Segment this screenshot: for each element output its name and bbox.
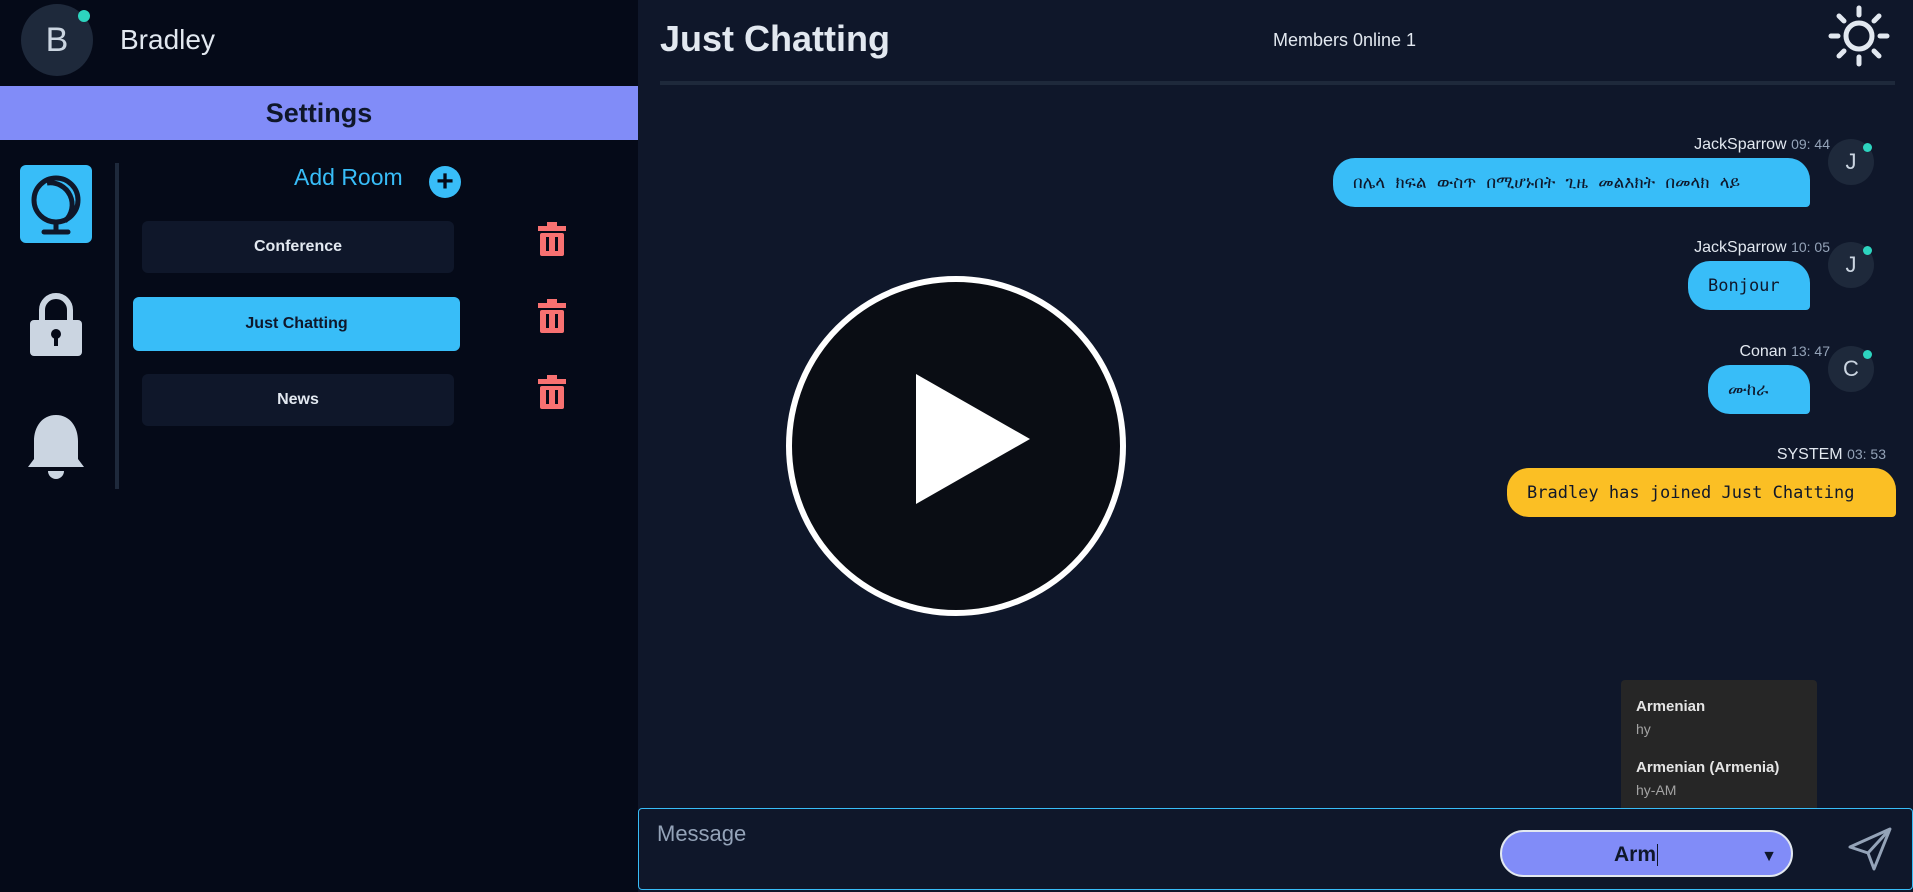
language-option-code: hy: [1636, 721, 1651, 737]
user-bar: B Bradley: [0, 0, 638, 86]
message-avatar[interactable]: C: [1828, 346, 1874, 392]
text-caret: [1657, 844, 1659, 867]
message-time: 13: 47: [1791, 343, 1830, 359]
room-item-news[interactable]: News: [142, 374, 454, 426]
message-bubble: Bonjour: [1688, 261, 1810, 310]
language-option[interactable]: Armenian (Armenia) hy-AM: [1636, 759, 1802, 798]
left-panel: B Bradley Settings Add Room + Conference…: [0, 0, 638, 892]
message-author: SYSTEM: [1776, 446, 1843, 463]
trash-icon[interactable]: [538, 299, 566, 333]
message-text: Bonjour: [1708, 275, 1780, 296]
nav-private-button[interactable]: [20, 285, 92, 363]
room-label: News: [277, 391, 319, 408]
members-online: Members 0nline 1: [1273, 30, 1417, 50]
language-select[interactable]: Arm ▼: [1500, 830, 1793, 877]
message-text: Bradley has joined Just Chatting: [1527, 482, 1855, 503]
username: Bradley: [120, 24, 215, 55]
globe-icon: [31, 175, 81, 235]
message-author: JackSparrow: [1694, 136, 1787, 153]
language-option-name: Armenian: [1636, 698, 1706, 715]
message-meta: JackSparrow 10: 05: [1538, 239, 1830, 257]
language-option-name: Armenian (Armenia): [1636, 759, 1780, 776]
language-option[interactable]: Armenian hy: [1636, 698, 1802, 737]
nav-rooms-button[interactable]: [20, 165, 92, 243]
nav-notifications-button[interactable]: [20, 408, 92, 486]
settings-title: Settings: [265, 97, 373, 128]
room-item-conference[interactable]: Conference: [142, 221, 454, 273]
online-indicator: [78, 10, 90, 22]
trash-icon[interactable]: [538, 375, 566, 409]
online-indicator: [1863, 350, 1872, 359]
online-indicator: [1863, 246, 1872, 255]
message-bubble: በሌላ ክፍል ውስጥ በሚሆኑበት ጊዜ መልእክት በመላክ ላይ: [1333, 158, 1810, 207]
user-avatar-initial: B: [45, 20, 69, 59]
message-avatar-initial: J: [1845, 252, 1857, 277]
sidebar-divider: [115, 163, 119, 489]
play-icon[interactable]: [785, 275, 1127, 617]
language-option-code: hy-AM: [1636, 782, 1677, 798]
add-room-button[interactable]: +: [429, 166, 461, 198]
message-avatar-initial: C: [1843, 356, 1859, 381]
language-suggestions: Armenian hy Armenian (Armenia) hy-AM: [1621, 680, 1817, 820]
room-title: Just Chatting: [660, 18, 890, 59]
message-input[interactable]: [657, 819, 1477, 849]
message-meta: JackSparrow 09: 44: [1538, 136, 1830, 154]
room-item-just-chatting[interactable]: Just Chatting: [133, 297, 460, 351]
bell-icon: [28, 415, 84, 479]
plus-icon: +: [436, 165, 454, 198]
add-room-label[interactable]: Add Room: [294, 164, 403, 191]
sun-icon[interactable]: [1828, 5, 1890, 67]
system-message-bubble: Bradley has joined Just Chatting: [1507, 468, 1896, 517]
message-avatar-initial: J: [1845, 149, 1857, 174]
room-label: Just Chatting: [245, 315, 348, 332]
message-time: 03: 53: [1847, 446, 1886, 462]
header-divider: [660, 81, 1895, 85]
message-bubble: ሙከራ: [1708, 365, 1810, 414]
language-input-value[interactable]: Arm: [1614, 843, 1659, 867]
message-text: ሙከራ: [1728, 379, 1769, 400]
message-time: 09: 44: [1791, 136, 1830, 152]
message-avatar[interactable]: J: [1828, 139, 1874, 185]
message-avatar[interactable]: J: [1828, 242, 1874, 288]
room-label: Conference: [253, 238, 343, 255]
message-meta: SYSTEM 03: 53: [1588, 446, 1886, 464]
message-time: 10: 05: [1791, 239, 1830, 255]
message-text: በሌላ ክፍል ውስጥ በሚሆኑበት ጊዜ መልእክት በመላክ ላይ: [1353, 172, 1741, 193]
lock-icon: [30, 293, 82, 356]
settings-header[interactable]: Settings: [0, 86, 638, 140]
user-avatar[interactable]: B: [21, 4, 93, 76]
send-icon[interactable]: [1848, 827, 1892, 871]
message-meta: Conan 13: 47: [1538, 343, 1830, 361]
online-indicator: [1863, 143, 1872, 152]
trash-icon[interactable]: [538, 222, 566, 256]
message-author: Conan: [1739, 343, 1787, 360]
language-input-text: Arm: [1614, 843, 1657, 866]
message-author: JackSparrow: [1694, 239, 1787, 256]
chevron-down-icon[interactable]: ▼: [1761, 848, 1777, 866]
